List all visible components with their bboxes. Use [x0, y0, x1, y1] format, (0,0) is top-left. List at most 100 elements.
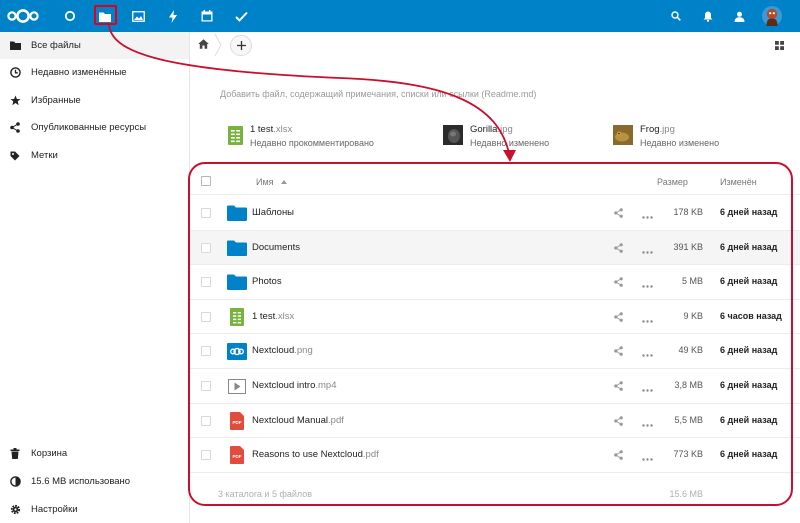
contacts-icon[interactable] [729, 6, 749, 26]
logo-icon[interactable] [6, 7, 40, 28]
table-row[interactable]: 1 test.xlsx 9 KB 6 часов назад [190, 300, 800, 335]
more-actions-icon[interactable] [642, 315, 653, 326]
sidebar-item-shares[interactable]: Опубликованные ресурсы [0, 114, 189, 141]
file-size: 178 KB [673, 207, 703, 217]
more-actions-icon[interactable] [642, 211, 653, 222]
recent-file[interactable]: Frog.jpg Недавно изменено [612, 124, 719, 154]
more-actions-icon[interactable] [642, 280, 653, 291]
share-icon[interactable] [614, 381, 623, 394]
table-row[interactable]: Шаблоны 178 KB 6 дней назад [190, 196, 800, 231]
row-checkbox[interactable] [201, 311, 211, 322]
home-icon[interactable] [198, 39, 209, 52]
file-name[interactable]: Reasons to use Nextcloud.pdf [252, 449, 379, 460]
recent-file[interactable]: Gorilla.jpg Недавно изменено [442, 124, 549, 154]
file-count-summary: 3 каталога и 5 файлов [218, 489, 313, 499]
clock-icon [9, 67, 21, 79]
file-modified: 6 часов назад [720, 310, 782, 321]
recent-file-ext: .xlsx [273, 124, 293, 135]
file-modified: 6 дней назад [720, 345, 778, 356]
more-actions-icon[interactable] [642, 419, 653, 430]
file-name[interactable]: Photos [252, 276, 282, 287]
share-icon[interactable] [614, 277, 623, 290]
pdf-icon: PDF [227, 411, 247, 430]
photos-icon[interactable] [128, 6, 148, 26]
file-size: 5,5 MB [674, 414, 703, 425]
file-modified: 6 дней назад [720, 207, 778, 217]
more-actions-icon[interactable] [642, 349, 653, 360]
sidebar-item-tags[interactable]: Метки [0, 142, 189, 169]
row-checkbox[interactable] [201, 208, 211, 218]
sidebar-item-all-files[interactable]: Все файлы [0, 32, 189, 59]
share-icon[interactable] [614, 242, 623, 256]
notifications-icon[interactable] [698, 6, 718, 26]
share-icon[interactable] [614, 415, 623, 429]
search-icon[interactable] [666, 6, 686, 26]
row-checkbox[interactable] [201, 277, 211, 288]
file-size: 391 KB [673, 241, 703, 252]
breadcrumb [190, 32, 800, 58]
recent-file-name: Gorilla [470, 124, 498, 135]
column-modified[interactable]: Изменён [720, 177, 757, 187]
file-name[interactable]: Documents [252, 242, 300, 253]
share-icon[interactable] [614, 311, 623, 325]
column-name[interactable]: Имя [256, 177, 288, 187]
new-file-button[interactable] [230, 35, 252, 56]
file-name-base: Nextcloud Manual [252, 414, 329, 426]
file-name-base: Photos [252, 276, 282, 288]
breadcrumb-separator [214, 33, 222, 57]
more-actions-icon[interactable] [642, 453, 653, 464]
table-row[interactable]: Nextcloud.png 49 KB 6 дней назад [190, 334, 800, 369]
row-checkbox[interactable] [201, 346, 211, 357]
file-size: 5 MB [681, 276, 703, 287]
table-row[interactable]: Documents 391 KB 6 дней назад [190, 230, 800, 266]
share-icon[interactable] [614, 208, 623, 221]
table-row[interactable]: PDF Reasons to use Nextcloud.pdf 773 KB 6 д… [190, 438, 800, 473]
calendar-icon[interactable] [197, 6, 217, 26]
file-name[interactable]: Nextcloud intro.mp4 [252, 380, 337, 391]
file-name[interactable]: Nextcloud Manual.pdf [252, 415, 344, 426]
dashboard-icon[interactable] [60, 6, 80, 26]
star-icon [9, 95, 21, 107]
table-row[interactable]: PDF Nextcloud Manual.pdf 5,5 MB 6 дней наза… [190, 404, 800, 439]
more-actions-icon[interactable] [642, 246, 653, 257]
recent-file[interactable]: 1 test.xlsx Недавно прокомментировано [227, 124, 374, 154]
file-extension: .mp4 [315, 380, 337, 391]
row-checkbox[interactable] [201, 415, 211, 426]
row-checkbox[interactable] [201, 381, 211, 391]
table-row[interactable]: Nextcloud intro.mp4 3,8 MB 6 дней назад [190, 369, 800, 404]
file-name[interactable]: 1 test.xlsx [252, 311, 294, 322]
gear-icon [9, 504, 21, 516]
row-checkbox[interactable] [201, 450, 211, 461]
activity-icon[interactable] [163, 6, 183, 26]
svg-text:PDF: PDF [233, 420, 242, 425]
grid-view-icon[interactable] [775, 41, 784, 53]
sidebar: Все файлы Недавно изменённые Избранные О… [0, 32, 190, 523]
select-all-checkbox[interactable] [201, 176, 211, 186]
readme-placeholder[interactable]: Добавить файл, содержащий примечания, сп… [220, 89, 536, 99]
quota-label: 15.6 MB использовано [31, 476, 131, 487]
file-modified: 6 дней назад [720, 241, 778, 252]
table-row[interactable]: Photos 5 MB 6 дней назад [190, 265, 800, 300]
file-name[interactable]: Nextcloud.png [252, 345, 313, 356]
sidebar-item-settings[interactable]: Настройки [0, 496, 189, 523]
sidebar-item-recent[interactable]: Недавно изменённые [0, 59, 189, 86]
share-icon[interactable] [614, 346, 623, 359]
recent-file-status: Недавно изменено [470, 138, 550, 148]
file-name[interactable]: Шаблоны [252, 207, 294, 218]
file-modified: 6 дней назад [720, 276, 778, 287]
sidebar-item-favorites[interactable]: Избранные [0, 87, 189, 114]
file-name-base: Шаблоны [252, 207, 295, 218]
more-actions-icon[interactable] [642, 384, 653, 395]
file-size: 3,8 MB [674, 380, 703, 390]
sidebar-item-trash[interactable]: Корзина [0, 440, 189, 467]
quota-icon [9, 476, 21, 488]
sidebar-item-label: Корзина [31, 448, 68, 459]
video-icon [227, 377, 247, 395]
share-icon[interactable] [614, 450, 623, 463]
file-name-base: Documents [252, 241, 301, 253]
avatar[interactable] [761, 5, 783, 27]
tasks-icon[interactable] [231, 6, 251, 26]
column-size[interactable]: Размер [657, 177, 688, 187]
row-checkbox[interactable] [201, 242, 211, 253]
sidebar-item-quota: 15.6 MB использовано [0, 468, 189, 495]
